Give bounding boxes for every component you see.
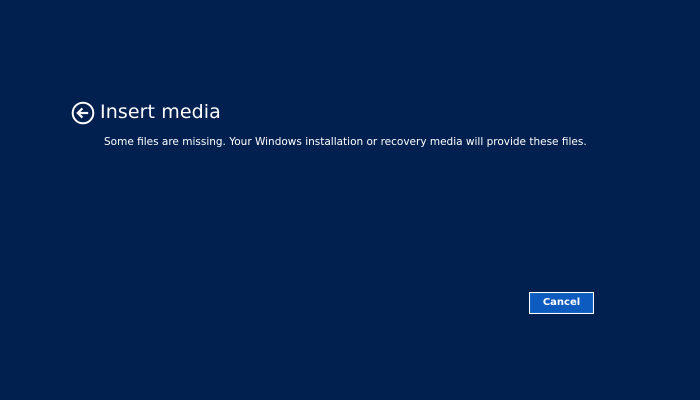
- back-arrow-circle-icon: [71, 101, 95, 125]
- back-button[interactable]: [71, 101, 95, 125]
- page-title: Insert media: [100, 101, 221, 123]
- missing-files-message: Some files are missing. Your Windows ins…: [104, 136, 587, 148]
- insert-media-screen: Insert media Some files are missing. You…: [0, 0, 700, 400]
- cancel-button-label: Cancel: [542, 297, 581, 308]
- cancel-button[interactable]: Cancel: [529, 292, 594, 314]
